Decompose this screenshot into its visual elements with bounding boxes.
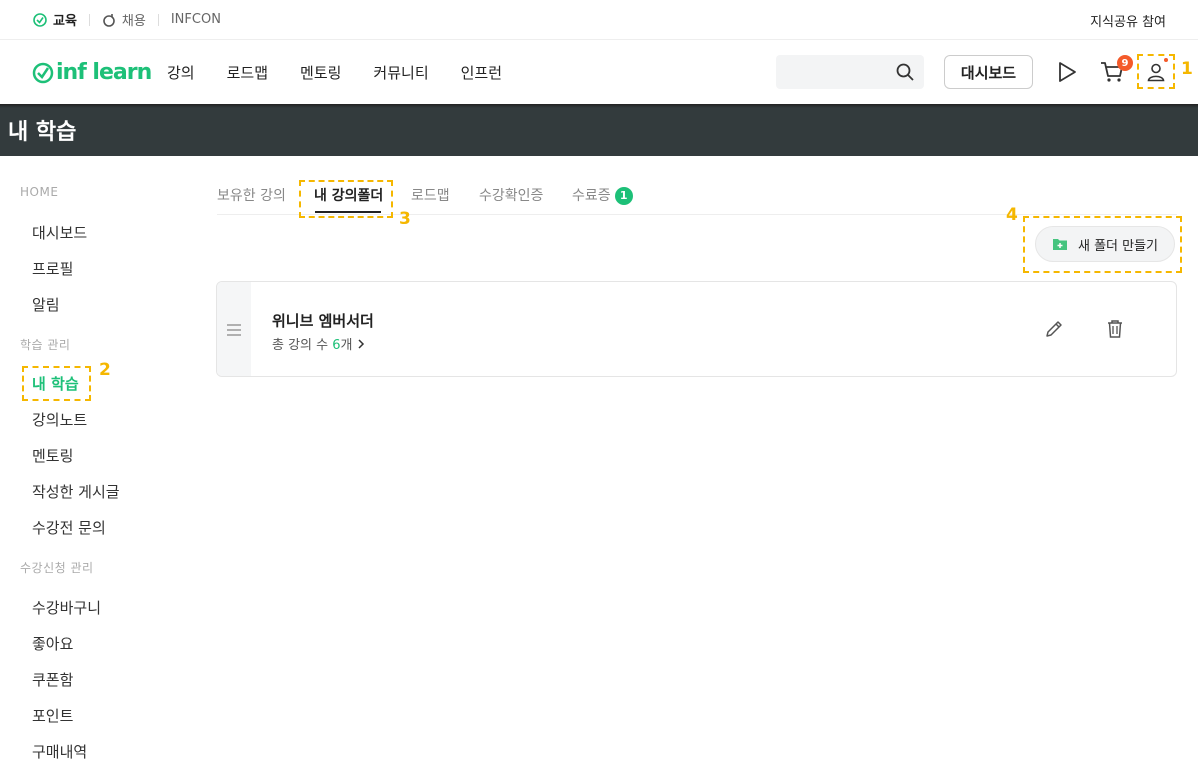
new-folder-button[interactable]: 새 폴더 만들기	[1035, 226, 1175, 262]
topbar-label: INFCON	[170, 12, 221, 27]
sidebar-item-profile[interactable]: 프로필	[32, 258, 73, 279]
divider	[157, 13, 159, 26]
topbar-label: 채용	[121, 14, 146, 29]
tab-label: 수료증	[572, 188, 611, 204]
nav-item-inflearn[interactable]: 인프런	[461, 62, 502, 83]
dashboard-button[interactable]: 대시보드	[944, 55, 1033, 89]
jobs-icon	[103, 13, 115, 27]
sidebar-section-enrollment: 수강신청 관리	[20, 561, 94, 575]
sidebar-item-points[interactable]: 포인트	[32, 705, 73, 726]
topbar-label: 교육	[53, 14, 77, 29]
tab-owned-courses[interactable]: 보유한 강의	[217, 185, 286, 205]
learning-tabs: 보유한 강의 내 강의폴더 로드맵 수강확인증 수료증 1	[217, 173, 1177, 218]
annotation-1: 1	[1181, 59, 1193, 79]
divider	[88, 13, 90, 26]
logo-icon	[32, 62, 54, 83]
page-title-band: 내 학습	[0, 104, 1198, 156]
sidebar-item-lecture-notes[interactable]: 강의노트	[32, 409, 87, 430]
inflearn-logo[interactable]: inf learn	[32, 60, 152, 85]
count-suffix: 개	[340, 338, 353, 353]
share-knowledge-link[interactable]: 지식공유 참여	[1090, 0, 1166, 40]
sidebar-item-pre-enroll-inquiry[interactable]: 수강전 문의	[32, 517, 106, 538]
folder-title[interactable]: 위니브 엠버서더	[272, 310, 374, 331]
topbar-item-jobs[interactable]: 채용	[102, 10, 146, 29]
search-input[interactable]	[776, 55, 886, 89]
annotation-3: 3	[399, 209, 411, 229]
play-icon[interactable]	[1055, 60, 1079, 84]
sidebar-item-notifications[interactable]: 알림	[32, 294, 60, 315]
folder-card[interactable]: 위니브 엠버서더 총 강의 수 6개	[216, 281, 1177, 377]
main-nav: 강의 로드맵 멘토링 커뮤니티 인프런	[167, 40, 502, 104]
annotation-2: 2	[99, 360, 111, 380]
band-shadow	[0, 104, 1198, 108]
count-prefix: 총 강의 수	[272, 338, 333, 353]
user-icon	[1147, 63, 1165, 81]
highlight-box	[22, 366, 91, 401]
topbar-item-infcon[interactable]: INFCON	[171, 12, 221, 27]
search-icon[interactable]	[896, 63, 914, 81]
annotation-4: 4	[1006, 205, 1018, 225]
sidebar-item-purchases[interactable]: 구매내역	[32, 741, 87, 762]
folder-course-count[interactable]: 총 강의 수 6개	[272, 334, 365, 353]
chevron-right-icon	[358, 339, 364, 349]
education-icon	[33, 12, 47, 27]
main-header: inf learn 강의 로드맵 멘토링 커뮤니티 인프런 대시보드 9 1	[0, 40, 1198, 104]
cart-count-badge: 9	[1117, 55, 1133, 71]
edit-icon[interactable]	[1043, 318, 1065, 340]
sidebar-section-learning: 학습 관리	[20, 338, 71, 352]
new-folder-label: 새 폴더 만들기	[1077, 238, 1159, 254]
top-bar: 교육 채용 INFCON 지식공유 참여	[0, 0, 1198, 40]
sidebar-item-coupons[interactable]: 쿠폰함	[32, 669, 73, 690]
sidebar-item-mentoring[interactable]: 멘토링	[32, 445, 73, 466]
sidebar-item-cart[interactable]: 수강바구니	[32, 597, 101, 618]
sidebar-section-home[interactable]: HOME	[20, 185, 58, 199]
sidebar-item-my-posts[interactable]: 작성한 게시글	[32, 481, 120, 502]
trash-icon[interactable]	[1104, 318, 1126, 340]
drag-handle[interactable]	[217, 282, 251, 376]
sidebar-item-dashboard[interactable]: 대시보드	[32, 222, 87, 243]
nav-item-mentoring[interactable]: 멘토링	[300, 62, 341, 83]
sidebar-item-likes[interactable]: 좋아요	[32, 633, 73, 654]
certificate-count-badge: 1	[614, 186, 633, 205]
nav-item-courses[interactable]: 강의	[167, 62, 195, 83]
page-title: 내 학습	[8, 120, 77, 145]
nav-item-community[interactable]: 커뮤니티	[373, 62, 428, 83]
user-profile-button[interactable]	[1137, 54, 1175, 89]
count-number: 6	[332, 338, 341, 353]
nav-item-roadmap[interactable]: 로드맵	[227, 62, 268, 83]
search-box	[776, 55, 924, 89]
tab-completion-certificate[interactable]: 수료증 1	[572, 185, 633, 205]
highlight-box	[299, 180, 393, 218]
notification-dot	[1164, 58, 1168, 62]
topbar-item-education[interactable]: 교육	[33, 10, 77, 29]
folder-plus-icon	[1052, 239, 1067, 250]
tab-enrollment-certificate[interactable]: 수강확인증	[479, 185, 543, 205]
drag-handle-icon	[227, 324, 241, 336]
tab-roadmap[interactable]: 로드맵	[411, 185, 450, 205]
logo-text: inf learn	[56, 60, 152, 85]
